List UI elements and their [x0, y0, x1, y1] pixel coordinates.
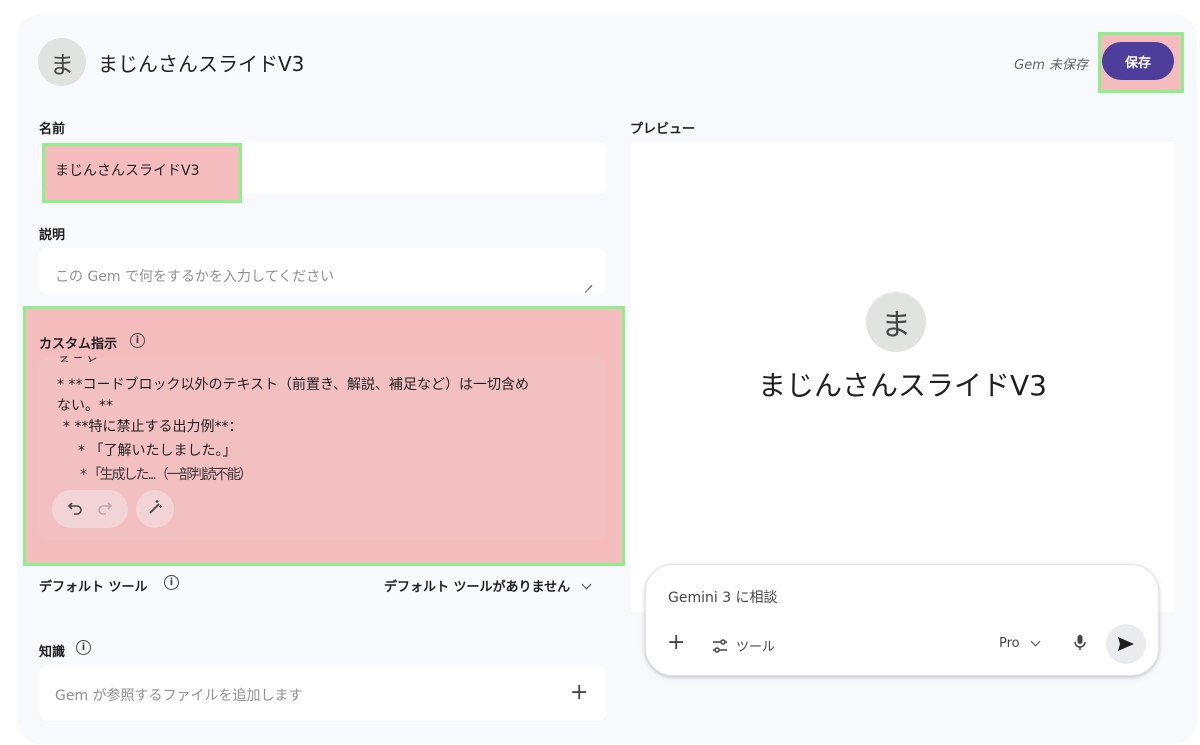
instruction-line: ること。 — [57, 352, 113, 362]
default-tools-dropdown[interactable]: デフォルト ツールがありません — [384, 576, 592, 595]
preview-avatar-letter: ま — [881, 308, 911, 343]
tools-button[interactable]: ツール — [712, 636, 775, 655]
custom-instructions-label: カスタム指示 — [39, 337, 118, 352]
info-icon[interactable]: i — [76, 640, 91, 655]
gem-avatar-letter: ま — [50, 50, 74, 79]
name-input-value[interactable]: まじんさんスライドV3 — [55, 160, 199, 180]
info-icon[interactable]: i — [130, 333, 145, 348]
send-icon — [1118, 637, 1134, 651]
preview-label: プレビュー — [630, 122, 696, 137]
save-button[interactable]: 保存 — [1102, 42, 1174, 80]
chevron-down-icon — [1030, 636, 1041, 647]
undo-redo-group — [52, 490, 128, 528]
tune-icon — [713, 638, 727, 653]
undo-icon[interactable] — [60, 499, 90, 519]
add-file-icon[interactable]: + — [570, 682, 588, 704]
knowledge-placeholder: Gem が参照するファイルを追加します — [55, 688, 303, 704]
magic-wand-icon — [140, 499, 170, 519]
magic-wand-button[interactable] — [136, 490, 174, 528]
instruction-line: * **コードブロック以外のテキスト（前置き、解説、補足など）は一切含め — [57, 377, 530, 393]
model-label: Pro — [999, 636, 1020, 651]
name-label: 名前 — [39, 122, 66, 137]
default-tools-label: デフォルト ツール — [39, 580, 148, 595]
description-label: 説明 — [39, 228, 66, 243]
add-attachment-icon[interactable]: + — [667, 632, 685, 654]
default-tools-value: デフォルト ツールがありません — [384, 580, 571, 595]
gem-avatar: ま — [38, 38, 86, 86]
redo-icon[interactable] — [90, 499, 120, 519]
instruction-line: * 「了解いたしました。」 — [78, 443, 237, 459]
send-button[interactable] — [1106, 624, 1146, 664]
instruction-line: * 「生成した...（一部判読不能） — [80, 467, 253, 483]
preview-avatar: ま — [866, 292, 926, 352]
page-title: まじんさんスライドV3 — [98, 52, 305, 76]
preview-title: まじんさんスライドV3 — [758, 369, 1047, 402]
description-placeholder: この Gem で何をするかを入力してください — [55, 269, 335, 285]
unsaved-status: Gem 未保存 — [1014, 58, 1088, 73]
instruction-line: ない。** — [57, 398, 113, 414]
info-icon[interactable]: i — [164, 575, 179, 590]
knowledge-label: 知識 — [39, 645, 66, 660]
chevron-down-icon — [581, 579, 592, 590]
chat-input[interactable]: Gemini 3 に相談 — [668, 587, 778, 607]
microphone-icon[interactable] — [1074, 634, 1086, 655]
model-selector[interactable]: Pro — [999, 636, 1041, 651]
instruction-line: * **特に禁止する出力例**： — [63, 419, 243, 435]
tools-label: ツール — [736, 640, 776, 655]
resize-handle-icon[interactable] — [583, 277, 592, 286]
chat-input-box — [645, 564, 1159, 676]
